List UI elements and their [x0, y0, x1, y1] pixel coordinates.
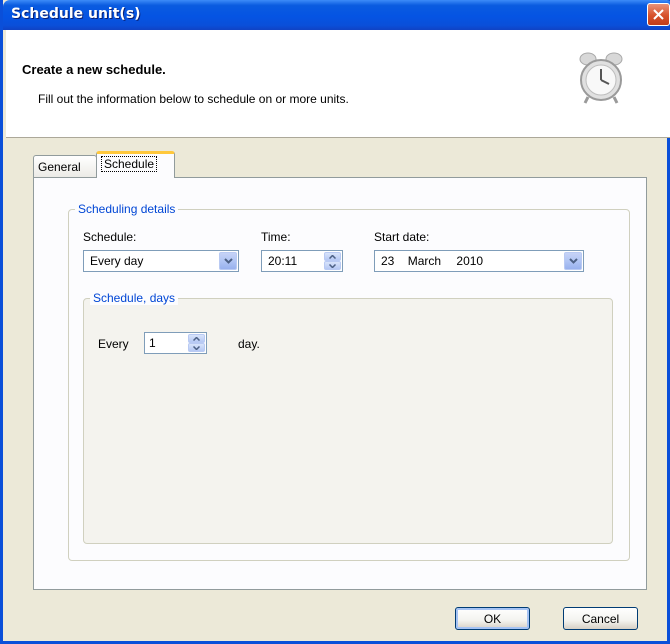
chevron-down-icon [568, 258, 578, 264]
every-days-spin-down[interactable] [188, 343, 205, 352]
time-spin-up[interactable] [324, 252, 341, 261]
start-date-label: Start date: [374, 230, 430, 244]
spin-down-icon [329, 263, 336, 268]
tab-schedule[interactable]: Schedule [96, 151, 175, 178]
time-spinner[interactable] [324, 252, 341, 270]
schedule-days-title: Schedule, days [90, 291, 179, 305]
start-date-month[interactable]: March [408, 254, 441, 268]
time-label: Time: [261, 230, 291, 244]
spin-up-icon [193, 336, 200, 341]
every-label: Every [98, 337, 129, 351]
schedule-tab-panel: Scheduling details Schedule: Every day T… [33, 177, 647, 590]
spin-down-icon [193, 345, 200, 350]
schedule-dropdown-button[interactable] [219, 252, 237, 270]
every-days-value: 1 [149, 336, 156, 350]
start-date-dropdown-button[interactable] [564, 252, 582, 270]
schedule-days-group: Schedule, days Every 1 day. [83, 291, 613, 544]
every-days-spinner[interactable] [188, 334, 205, 352]
time-spin-down[interactable] [324, 261, 341, 270]
scheduling-details-title: Scheduling details [75, 202, 179, 216]
window-title: Schedule unit(s) [11, 6, 141, 22]
start-date-day[interactable]: 23 [381, 254, 394, 268]
start-date-picker[interactable]: 23 March 2010 [374, 250, 584, 272]
spin-up-icon [329, 254, 336, 259]
schedule-dialog: Schedule unit(s) Create a new schedule. … [0, 0, 670, 644]
day-unit-label: day. [238, 337, 260, 351]
dialog-header: Create a new schedule. Fill out the info… [6, 30, 670, 138]
tab-general[interactable]: General [33, 155, 97, 177]
cancel-button[interactable]: Cancel [563, 607, 638, 630]
scheduling-details-group: Scheduling details Schedule: Every day T… [68, 202, 630, 561]
title-bar[interactable]: Schedule unit(s) [3, 0, 670, 30]
every-days-spin-up[interactable] [188, 334, 205, 343]
tab-schedule-label: Schedule [101, 156, 158, 172]
close-icon [653, 9, 664, 20]
schedule-select[interactable]: Every day [83, 250, 239, 272]
time-value: 20:11 [268, 254, 298, 268]
header-description: Fill out the information below to schedu… [38, 92, 349, 106]
start-date-year[interactable]: 2010 [456, 254, 483, 268]
close-button[interactable] [647, 3, 670, 26]
schedule-select-value: Every day [90, 254, 144, 268]
ok-button[interactable]: OK [455, 607, 530, 630]
time-field[interactable]: 20:11 [261, 250, 343, 272]
alarm-clock-icon [579, 52, 623, 104]
every-days-input[interactable]: 1 [144, 332, 207, 354]
chevron-down-icon [223, 258, 233, 264]
header-title: Create a new schedule. [22, 62, 166, 77]
schedule-label: Schedule: [83, 230, 137, 244]
